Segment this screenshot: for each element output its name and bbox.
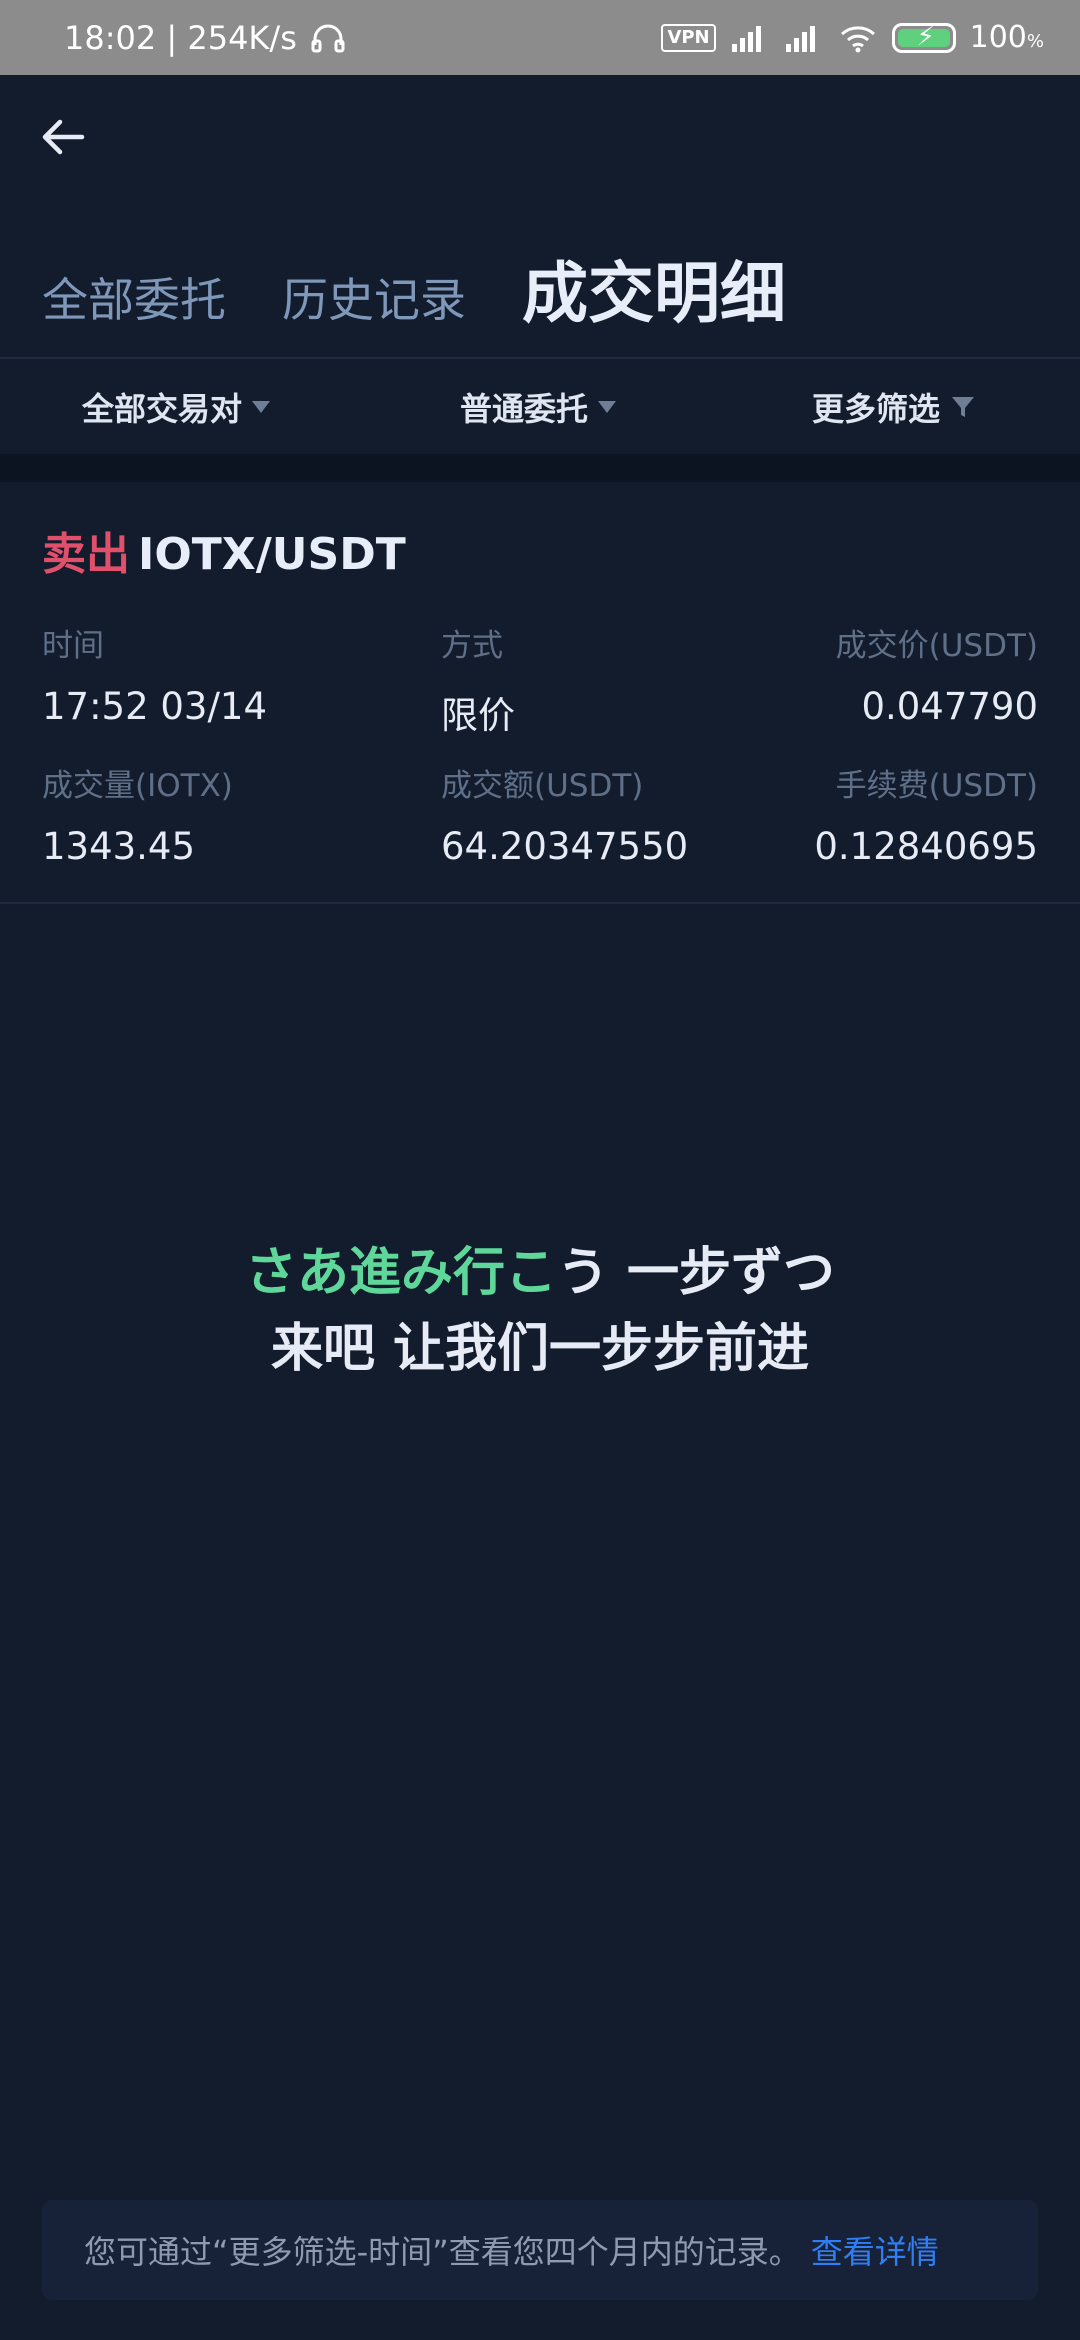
price-cell: 成交价(USDT) 0.047790 [836,620,1038,728]
status-left: 18:02 | 254K/s [64,19,345,57]
price-label: 成交价(USDT) [835,628,1038,664]
vpn-badge: VPN [661,23,716,52]
volume-label: 成交量(IOTX) [42,768,233,804]
filter-more[interactable]: 更多筛选 [812,384,976,430]
subtitle-line-1-rest: う 一步ずつ [556,1243,836,1303]
time-value: 17:52 03/14 [42,685,268,728]
signal-icon-2 [785,25,815,52]
caret-down-icon [252,401,271,413]
price-value: 0.047790 [861,685,1038,728]
tab-trade-details[interactable]: 成交明细 [522,240,786,336]
filter-pairs-label: 全部交易对 [82,390,243,428]
tab-bar: 全部委托 历史记录 成交明细 [42,240,842,336]
tab-history[interactable]: 历史记录 [282,264,466,330]
subtitle-line-1-highlight: さあ進み行こ [244,1243,557,1303]
status-right: VPN ⚡ 100% [661,20,1044,55]
volume-value: 1343.45 [42,825,196,868]
section-separator [0,454,1080,482]
filter-more-label: 更多筛选 [812,390,941,428]
amount-cell: 成交额(USDT) 64.20347550 [441,760,688,868]
divider [0,357,1080,359]
fee-label: 手续费(USDT) [835,768,1038,804]
method-cell: 方式 限价 [441,620,515,739]
notice-text: 您可通过“更多筛选-时间”查看您四个月内的记录。 [84,2233,801,2271]
filter-order-type[interactable]: 普通委托 [460,384,617,430]
wifi-icon [840,25,875,52]
time-cell: 时间 17:52 03/14 [42,620,267,728]
amount-label: 成交额(USDT) [441,768,644,804]
trade-side: 卖出 [42,529,130,580]
method-label: 方式 [441,628,503,664]
notice-banner: 您可通过“更多筛选-时间”查看您四个月内的记录。 查看详情 [42,2200,1038,2300]
trade-pair: IOTX/USDT [138,529,406,580]
filter-order-type-label: 普通委托 [460,390,589,428]
tab-all-orders[interactable]: 全部委托 [42,264,226,330]
status-bar: 18:02 | 254K/s VPN ⚡ 100% [0,0,1080,75]
view-details-link[interactable]: 查看详情 [811,2227,939,2273]
time-label: 时间 [42,628,104,664]
fee-value: 0.12840695 [814,825,1038,868]
divider [0,902,1080,904]
subtitle-line-2: 来吧 让我们一步步前进 [270,1319,810,1379]
headset-icon [311,24,345,52]
filter-bar: 全部交易对 普通委托 更多筛选 [0,360,1080,452]
subtitle-line-1: さあ進み行こう 一步ずつ [0,1230,1080,1305]
caret-down-icon [598,401,617,413]
back-arrow-icon[interactable] [38,112,88,162]
fee-cell: 手续费(USDT) 0.12840695 [814,760,1038,868]
trade-title: 卖出 IOTX/USDT [42,518,406,582]
filter-pairs[interactable]: 全部交易对 [82,384,271,430]
signal-icon [731,25,761,52]
battery-icon: ⚡ [891,22,956,53]
volume-cell: 成交量(IOTX) 1343.45 [42,760,233,868]
funnel-icon [952,397,975,417]
status-time-speed: 18:02 | 254K/s [64,18,297,57]
battery-percent: 100% [969,20,1044,55]
method-value: 限价 [441,694,515,737]
amount-value: 64.20347550 [441,825,689,868]
